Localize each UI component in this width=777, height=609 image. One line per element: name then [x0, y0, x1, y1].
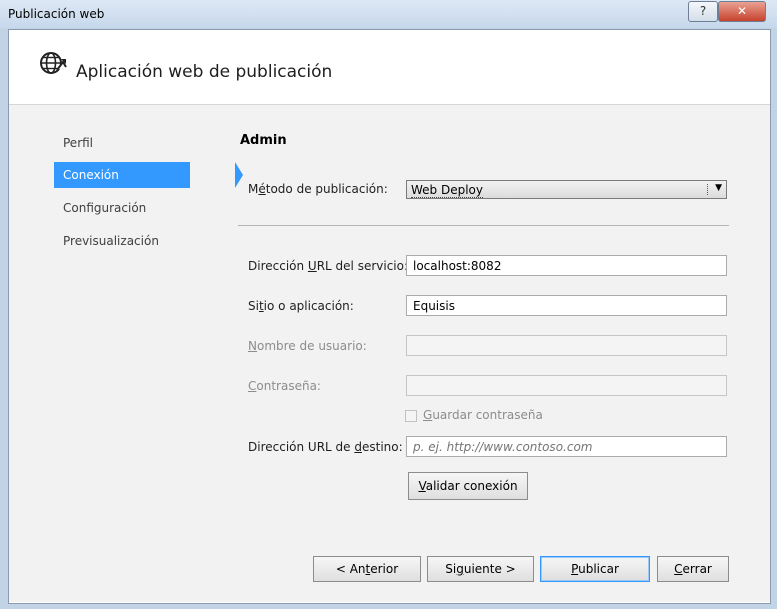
username-label: Nombre de usuario: — [248, 339, 367, 353]
select-separator — [707, 184, 709, 195]
site-input[interactable] — [406, 295, 727, 316]
section-title: Admin — [240, 133, 287, 148]
dialog-client-area: Aplicación web de publicación Perfil Con… — [8, 29, 771, 604]
window-title: Publicación web — [8, 7, 105, 21]
help-button[interactable]: ? — [688, 1, 718, 22]
dest-url-input[interactable] — [406, 436, 727, 457]
nav-item-previsualizacion[interactable]: Previsualización — [54, 228, 194, 254]
dialog-window: Publicación web ? ✕ Aplicación web de pu… — [0, 0, 777, 609]
publish-method-select[interactable]: Web Deploy ▼ — [406, 180, 727, 199]
nav-item-configuracion[interactable]: Configuración — [54, 195, 194, 221]
nav-item-conexion[interactable]: Conexión — [54, 162, 243, 188]
publish-method-value: Web Deploy — [411, 183, 483, 198]
username-input[interactable] — [406, 335, 727, 356]
password-label: Contraseña: — [248, 379, 321, 393]
service-url-label: Dirección URL del servicio: — [248, 259, 409, 273]
publish-button[interactable]: Publicar — [540, 556, 650, 582]
password-input[interactable] — [406, 375, 727, 396]
nav-item-label: Previsualización — [63, 234, 159, 248]
method-label: Método de publicación: — [248, 182, 388, 196]
close-icon: ✕ — [736, 4, 748, 18]
globe-publish-icon — [40, 52, 67, 74]
close-button[interactable]: Cerrar — [657, 556, 729, 582]
page-title: Aplicación web de publicación — [76, 62, 333, 82]
title-bar[interactable]: Publicación web ? ✕ — [0, 0, 777, 28]
next-button[interactable]: Siguiente > — [427, 556, 534, 582]
service-url-input[interactable] — [406, 255, 727, 276]
site-label: Sitio o aplicación: — [248, 299, 354, 313]
nav-item-label: Perfil — [63, 136, 94, 150]
nav-item-label: Configuración — [63, 201, 147, 215]
close-window-button[interactable]: ✕ — [718, 1, 766, 22]
dialog-header: Aplicación web de publicación — [9, 30, 770, 105]
nav-item-label: Conexión — [63, 168, 119, 182]
previous-button[interactable]: < Anterior — [313, 556, 421, 582]
active-pointer — [235, 162, 243, 188]
section-divider — [238, 225, 729, 226]
chevron-down-icon: ▼ — [715, 183, 722, 193]
save-password-checkbox[interactable] — [405, 410, 417, 422]
save-password-label: Guardar contraseña — [423, 408, 543, 422]
dialog-body: Perfil Conexión Configuración Previsuali… — [9, 105, 770, 602]
nav-item-perfil[interactable]: Perfil — [54, 130, 194, 156]
dest-url-label: Dirección URL de destino: — [248, 440, 403, 454]
validate-connection-button[interactable]: Validar conexión — [408, 472, 528, 500]
help-icon: ? — [699, 4, 707, 18]
